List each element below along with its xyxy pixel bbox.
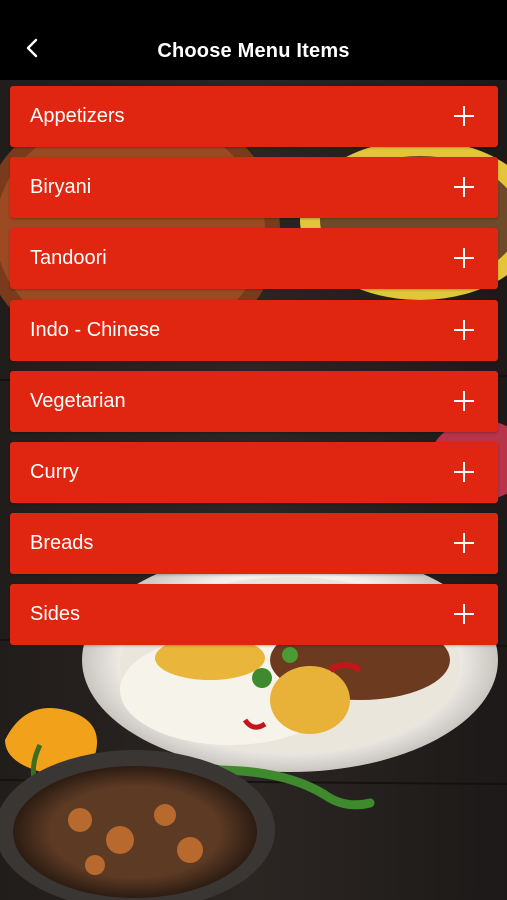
menu-item-label: Breads — [30, 532, 94, 555]
menu-item-label: Vegetarian — [30, 389, 126, 412]
menu-item-label: Sides — [30, 603, 81, 626]
menu-item-label: Biryani — [30, 176, 92, 199]
plus-icon[interactable] — [454, 533, 474, 554]
menu-item-label: Appetizers — [30, 105, 125, 127]
plus-icon[interactable] — [454, 106, 474, 126]
menu-item-label: Curry — [30, 460, 79, 483]
menu-item-sides[interactable]: Sides — [10, 584, 498, 646]
menu-item-indo-chinese[interactable]: Indo - Chinese — [10, 299, 498, 361]
plus-icon[interactable] — [454, 319, 474, 340]
plus-icon[interactable] — [454, 461, 474, 482]
navigation-bar: Choose Menu Items — [0, 0, 507, 80]
menu-category-list: Appetizers Biryani Tandoori Indo - Chine… — [10, 86, 498, 656]
page-title: Choose Menu Items — [157, 40, 350, 62]
menu-item-biryani[interactable]: Biryani — [10, 157, 498, 219]
menu-item-tandoori[interactable]: Tandoori — [10, 228, 498, 290]
plus-icon[interactable] — [454, 177, 474, 198]
plus-icon[interactable] — [454, 604, 474, 625]
menu-item-label: Tandoori — [30, 247, 107, 270]
plus-icon[interactable] — [454, 248, 474, 269]
menu-item-breads[interactable]: Breads — [10, 513, 498, 575]
menu-item-appetizers[interactable]: Appetizers — [10, 86, 498, 147]
menu-item-curry[interactable]: Curry — [10, 441, 498, 503]
menu-item-vegetarian[interactable]: Vegetarian — [10, 370, 498, 432]
menu-item-label: Indo - Chinese — [30, 318, 161, 341]
plus-icon[interactable] — [454, 390, 474, 411]
